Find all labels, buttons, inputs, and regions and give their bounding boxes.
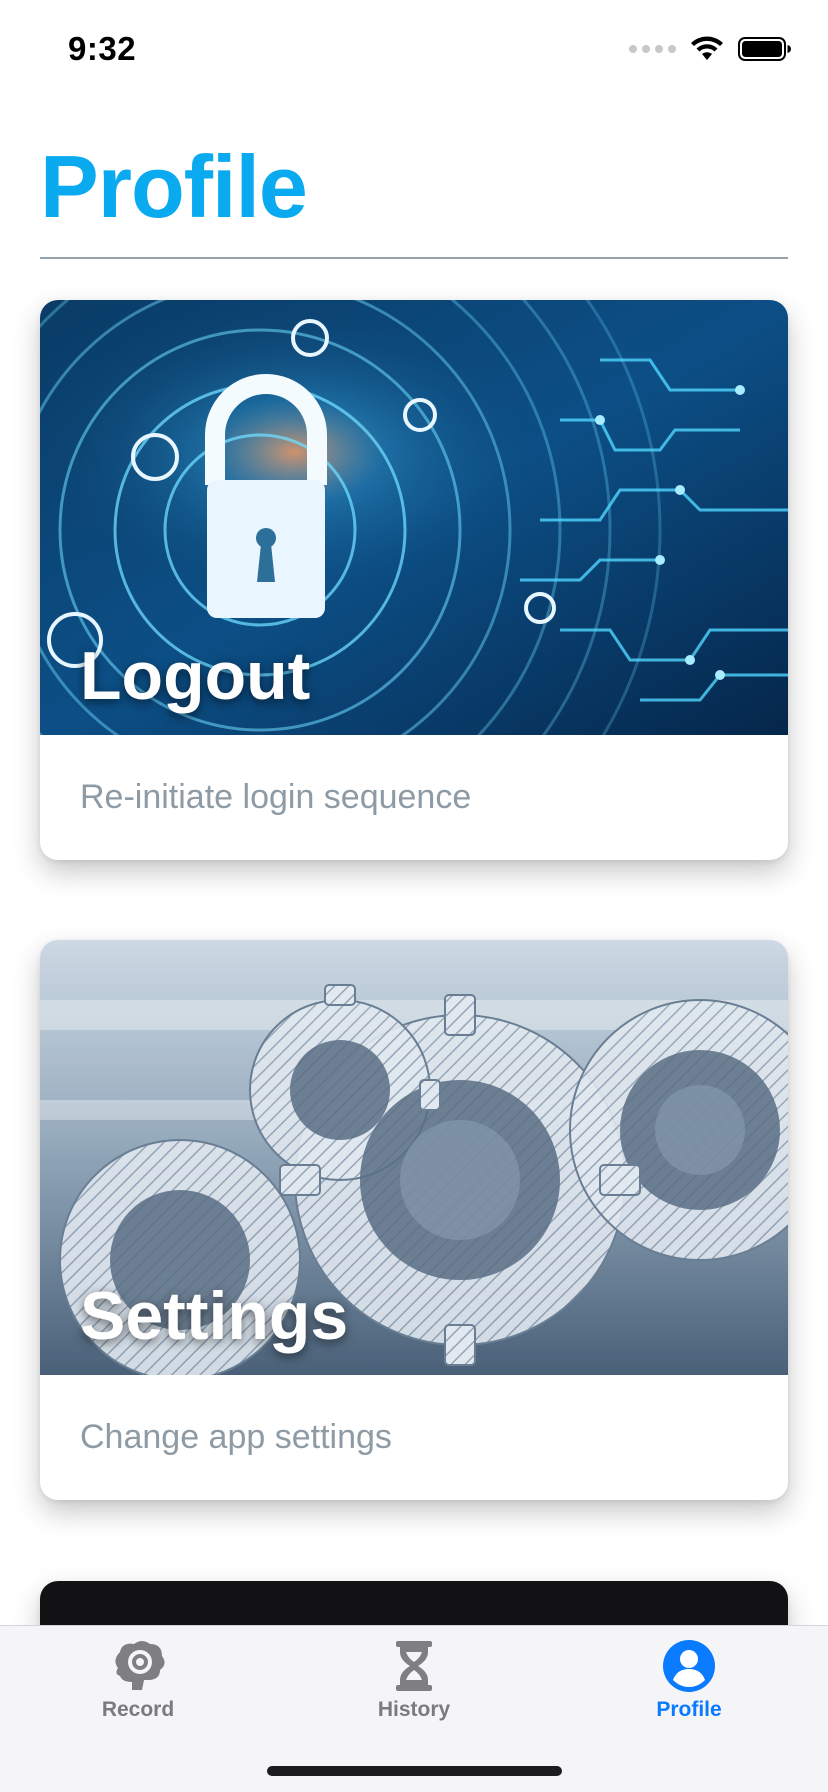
- status-icons: [629, 36, 792, 62]
- logout-card-image: Logout: [40, 300, 788, 735]
- settings-card-image: Settings: [40, 940, 788, 1375]
- tab-profile[interactable]: Profile: [589, 1638, 789, 1722]
- battery-icon: [738, 37, 791, 61]
- tab-profile-label: Profile: [656, 1698, 722, 1721]
- wifi-icon: [691, 36, 723, 60]
- home-indicator: [267, 1766, 562, 1776]
- settings-card-title: Settings: [80, 1278, 349, 1354]
- cellular-signal-icon: [629, 45, 676, 53]
- status-bar: 9:32: [0, 0, 828, 100]
- tab-history[interactable]: History: [314, 1638, 514, 1722]
- tab-record[interactable]: Record: [38, 1638, 238, 1722]
- tab-record-label: Record: [101, 1698, 175, 1721]
- title-divider: [40, 257, 788, 259]
- logout-card-title: Logout: [80, 638, 311, 714]
- settings-card-description: Change app settings: [80, 1418, 392, 1456]
- logout-card[interactable]: Logout Re-initiate login sequence: [40, 300, 788, 860]
- hourglass-icon: [396, 1641, 432, 1691]
- logout-card-description: Re-initiate login sequence: [80, 778, 472, 816]
- person-circle-icon: [663, 1640, 715, 1692]
- tab-history-label: History: [377, 1698, 451, 1721]
- status-time: 9:32: [68, 30, 137, 67]
- settings-card[interactable]: Settings Change app settings: [40, 940, 788, 1500]
- page-title: Profile: [40, 137, 308, 236]
- brain-gear-icon: [115, 1641, 165, 1690]
